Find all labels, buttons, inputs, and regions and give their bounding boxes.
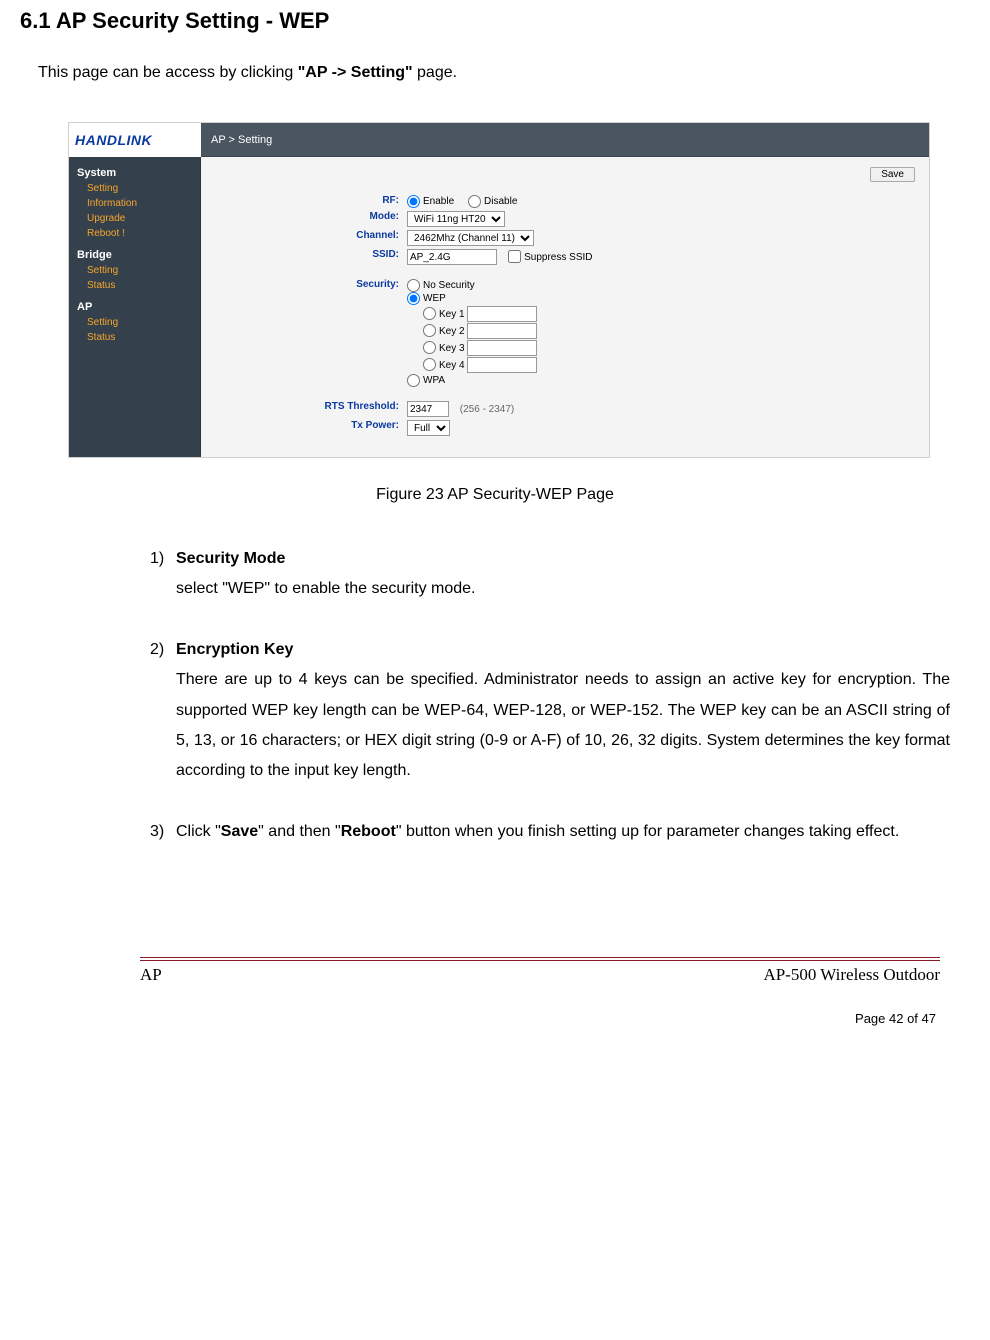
li1-head: Security Mode bbox=[176, 550, 285, 567]
wep-key3-input[interactable] bbox=[467, 340, 537, 356]
wep-key3-text: Key 3 bbox=[439, 343, 465, 354]
footer-page: Page 42 of 47 bbox=[20, 1011, 936, 1026]
wep-key3-radio[interactable] bbox=[423, 341, 436, 354]
intro-bold: "AP -> Setting" bbox=[298, 64, 413, 81]
security-label: Security: bbox=[215, 279, 405, 387]
handlink-logo: HANDLINK bbox=[75, 132, 152, 148]
content-list: 1)Security Mode select "WEP" to enable t… bbox=[150, 544, 950, 847]
sidebar-item-ap-status[interactable]: Status bbox=[69, 330, 200, 345]
sidebar-item-ap-setting[interactable]: Setting bbox=[69, 315, 200, 330]
footer-right-text: AP-500 Wireless Outdoor bbox=[763, 965, 940, 985]
rts-input[interactable] bbox=[407, 401, 449, 417]
breadcrumb: AP > Setting bbox=[201, 123, 929, 157]
rf-enable-text: Enable bbox=[423, 196, 454, 207]
li1-num: 1) bbox=[150, 544, 176, 574]
security-wpa-text: WPA bbox=[423, 375, 445, 386]
wep-key4-radio[interactable] bbox=[423, 358, 436, 371]
wep-key2-text: Key 2 bbox=[439, 326, 465, 337]
txpower-select[interactable]: Full bbox=[407, 420, 450, 436]
rf-label: RF: bbox=[215, 195, 405, 208]
list-item-3: 3)Click "Save" and then "Reboot" button … bbox=[150, 817, 950, 847]
save-button[interactable]: Save bbox=[870, 167, 915, 182]
ssid-label: SSID: bbox=[215, 249, 405, 265]
rf-enable-radio[interactable] bbox=[407, 195, 420, 208]
rf-disable-text: Disable bbox=[484, 196, 517, 207]
section-heading: 6.1 AP Security Setting - WEP bbox=[20, 8, 970, 34]
logo-cell: HANDLINK bbox=[69, 123, 201, 157]
li3-pre: Click " bbox=[176, 823, 221, 840]
rts-range-text: (256 - 2347) bbox=[460, 404, 514, 415]
wep-key4-text: Key 4 bbox=[439, 360, 465, 371]
wep-key3-option[interactable]: Key 3 bbox=[423, 343, 465, 354]
security-none-radio[interactable] bbox=[407, 279, 420, 292]
nav-group-ap: AP bbox=[69, 297, 200, 315]
nav-group-system: System bbox=[69, 163, 200, 181]
wep-key1-input[interactable] bbox=[467, 306, 537, 322]
sidebar-item-system-upgrade[interactable]: Upgrade bbox=[69, 211, 200, 226]
rts-label: RTS Threshold: bbox=[215, 401, 405, 417]
wep-key4-option[interactable]: Key 4 bbox=[423, 360, 465, 371]
sidebar-item-system-setting[interactable]: Setting bbox=[69, 181, 200, 196]
nav-group-bridge: Bridge bbox=[69, 245, 200, 263]
intro-text: This page can be access by clicking "AP … bbox=[38, 64, 970, 82]
li2-head: Encryption Key bbox=[176, 641, 293, 658]
suppress-ssid-checkbox[interactable] bbox=[508, 250, 521, 263]
security-wpa-radio[interactable] bbox=[407, 374, 420, 387]
sidebar-item-bridge-status[interactable]: Status bbox=[69, 278, 200, 293]
intro-suffix: page. bbox=[413, 64, 457, 81]
figure-caption: Figure 23 AP Security-WEP Page bbox=[20, 486, 970, 504]
footer-rule bbox=[140, 957, 940, 961]
li3-save: Save bbox=[221, 823, 258, 840]
security-none-option[interactable]: No Security bbox=[407, 280, 475, 291]
wep-keys-group: Key 1 Key 2 Key 3 Key 4 bbox=[423, 306, 593, 373]
sidebar-item-bridge-setting[interactable]: Setting bbox=[69, 263, 200, 278]
li3-num: 3) bbox=[150, 817, 176, 847]
sidebar-item-system-information[interactable]: Information bbox=[69, 196, 200, 211]
security-wep-radio[interactable] bbox=[407, 292, 420, 305]
main-panel: Save RF: Enable Disable Mode: WiFi 11ng … bbox=[201, 157, 929, 457]
li3-post: " button when you finish setting up for … bbox=[396, 823, 899, 840]
li3-reboot: Reboot bbox=[341, 823, 396, 840]
wep-key2-input[interactable] bbox=[467, 323, 537, 339]
channel-label: Channel: bbox=[215, 230, 405, 246]
sidebar-item-system-reboot[interactable]: Reboot ! bbox=[69, 226, 200, 241]
wep-key1-text: Key 1 bbox=[439, 309, 465, 320]
rf-enable-option[interactable]: Enable bbox=[407, 196, 454, 207]
sidebar: System Setting Information Upgrade Reboo… bbox=[69, 157, 201, 457]
list-item-2: 2)Encryption Key There are up to 4 keys … bbox=[150, 635, 950, 787]
security-wep-option[interactable]: WEP bbox=[407, 293, 446, 304]
footer-top: AP AP-500 Wireless Outdoor bbox=[140, 965, 940, 985]
rf-disable-option[interactable]: Disable bbox=[468, 196, 517, 207]
security-wep-text: WEP bbox=[423, 293, 446, 304]
intro-prefix: This page can be access by clicking bbox=[38, 64, 298, 81]
ap-setting-screenshot: HANDLINK AP > Setting System Setting Inf… bbox=[68, 122, 930, 458]
li2-body: There are up to 4 keys can be specified.… bbox=[176, 665, 950, 787]
wep-key2-radio[interactable] bbox=[423, 324, 436, 337]
txpower-label: Tx Power: bbox=[215, 420, 405, 436]
security-wpa-option[interactable]: WPA bbox=[407, 375, 445, 386]
rf-disable-radio[interactable] bbox=[468, 195, 481, 208]
li1-body: select "WEP" to enable the security mode… bbox=[176, 574, 950, 604]
list-item-1: 1)Security Mode select "WEP" to enable t… bbox=[150, 544, 950, 605]
mode-select[interactable]: WiFi 11ng HT20 bbox=[407, 211, 505, 227]
wep-key1-radio[interactable] bbox=[423, 307, 436, 320]
channel-select[interactable]: 2462Mhz (Channel 11) bbox=[407, 230, 534, 246]
suppress-ssid-option[interactable]: Suppress SSID bbox=[508, 252, 592, 263]
li2-num: 2) bbox=[150, 635, 176, 665]
wep-key1-option[interactable]: Key 1 bbox=[423, 309, 465, 320]
wep-key4-input[interactable] bbox=[467, 357, 537, 373]
security-none-text: No Security bbox=[423, 280, 475, 291]
ssid-input[interactable] bbox=[407, 249, 497, 265]
mode-label: Mode: bbox=[215, 211, 405, 227]
li3-mid: " and then " bbox=[258, 823, 341, 840]
suppress-ssid-text: Suppress SSID bbox=[524, 252, 592, 263]
footer-left: AP bbox=[140, 965, 162, 985]
wep-key2-option[interactable]: Key 2 bbox=[423, 326, 465, 337]
